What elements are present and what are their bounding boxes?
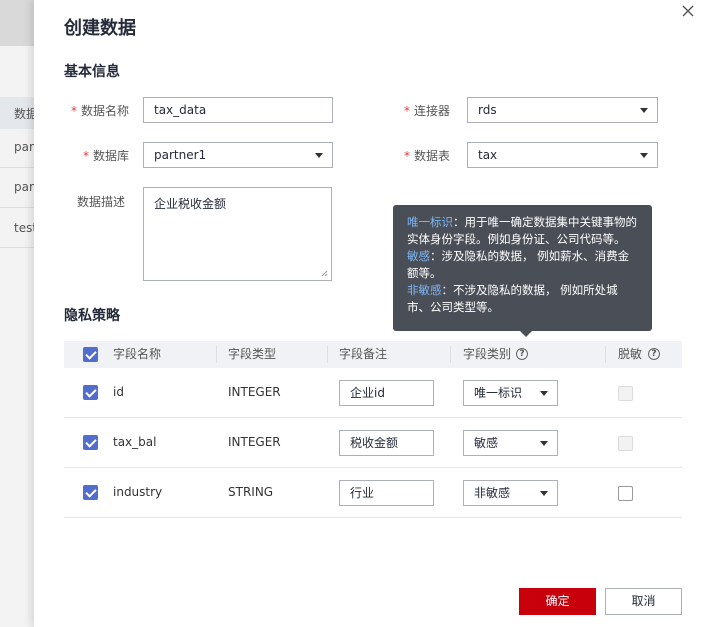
chevron-down-icon bbox=[315, 153, 323, 158]
tooltip-nonsensitive-term: 非敏感 bbox=[407, 283, 442, 297]
column-divider bbox=[450, 346, 451, 363]
column-field-type: 字段类型 bbox=[228, 347, 277, 361]
create-data-dialog: 创建数据 基本信息 * 数据名称 tax_data * 连接器 rds * 数据库 p… bbox=[34, 0, 708, 627]
field-name-cell: tax_bal bbox=[113, 435, 157, 449]
background-row-1[interactable]: part bbox=[14, 140, 34, 154]
tooltip-sensitive-term: 敏感 bbox=[407, 249, 430, 263]
table-label: * 数据表 bbox=[403, 149, 450, 163]
select-all-checkbox[interactable] bbox=[83, 347, 98, 362]
confirm-button[interactable]: 确定 bbox=[519, 588, 596, 615]
description-label: 数据描述 bbox=[76, 195, 125, 209]
tooltip-unique-term: 唯一标识 bbox=[407, 215, 453, 229]
desensitize-checkbox[interactable] bbox=[618, 486, 633, 501]
required-star: * bbox=[70, 104, 77, 118]
row-divider bbox=[64, 517, 682, 518]
field-name-cell: id bbox=[113, 385, 124, 399]
privacy-policy-heading: 隐私策略 bbox=[64, 308, 120, 324]
background-divider bbox=[0, 207, 34, 208]
row-divider bbox=[64, 467, 682, 468]
column-divider bbox=[605, 346, 606, 363]
field-category-select[interactable]: 唯一标识 bbox=[463, 380, 558, 406]
row-divider bbox=[64, 417, 682, 418]
question-icon[interactable]: ? bbox=[648, 348, 660, 360]
column-field-comment: 字段备注 bbox=[339, 347, 388, 361]
background-divider bbox=[0, 167, 34, 168]
column-desensitize: 脱敏 bbox=[618, 347, 643, 361]
table-header: 字段名称 字段类型 字段备注 字段类别 ? 脱敏 ? bbox=[64, 341, 682, 368]
chevron-down-icon bbox=[640, 153, 648, 158]
background-page: 数据 part part test bbox=[0, 0, 34, 627]
field-category-select[interactable]: 非敏感 bbox=[463, 480, 558, 506]
chevron-down-icon bbox=[540, 441, 548, 446]
row-checkbox[interactable] bbox=[83, 385, 98, 400]
field-comment-input[interactable]: 企业id bbox=[339, 380, 434, 406]
row-checkbox[interactable] bbox=[83, 435, 98, 450]
database-select[interactable]: partner1 bbox=[143, 142, 333, 168]
field-name-cell: industry bbox=[113, 485, 163, 499]
data-name-label: * 数据名称 bbox=[70, 104, 129, 118]
background-header-text: 数据 bbox=[14, 107, 34, 121]
required-star: * bbox=[403, 149, 410, 163]
required-star: * bbox=[403, 104, 410, 118]
field-type-cell: INTEGER bbox=[228, 435, 281, 449]
close-icon[interactable] bbox=[680, 3, 696, 19]
column-divider bbox=[216, 346, 217, 363]
row-checkbox[interactable] bbox=[83, 485, 98, 500]
column-divider bbox=[327, 346, 328, 363]
chevron-down-icon bbox=[540, 391, 548, 396]
basic-info-heading: 基本信息 bbox=[64, 64, 120, 80]
background-row-3[interactable]: test bbox=[14, 221, 34, 235]
description-textarea[interactable]: 企业税收金额 bbox=[143, 187, 332, 281]
column-field-category: 字段类别 bbox=[463, 347, 512, 361]
chevron-down-icon bbox=[540, 491, 548, 496]
background-table-header: 数据 bbox=[0, 97, 34, 129]
data-name-input[interactable]: tax_data bbox=[143, 97, 333, 123]
desensitize-checkbox bbox=[618, 386, 633, 401]
background-divider bbox=[0, 247, 34, 248]
connector-label: * 连接器 bbox=[403, 104, 450, 118]
tooltip-arrow bbox=[520, 331, 532, 337]
connector-select[interactable]: rds bbox=[467, 97, 658, 123]
desensitize-checkbox bbox=[618, 436, 633, 451]
column-field-name: 字段名称 bbox=[113, 347, 162, 361]
table-select[interactable]: tax bbox=[467, 142, 658, 168]
field-category-tooltip: 唯一标识：用于唯一确定数据集中关键事物的 实体身份字段。例如身份证、公司代码等。… bbox=[393, 205, 652, 337]
cancel-button[interactable]: 取消 bbox=[605, 588, 682, 615]
field-comment-input[interactable]: 税收金额 bbox=[339, 430, 434, 456]
field-type-cell: STRING bbox=[228, 485, 274, 499]
field-category-select[interactable]: 敏感 bbox=[463, 430, 558, 456]
required-star: * bbox=[82, 149, 89, 163]
dialog-title: 创建数据 bbox=[64, 18, 136, 39]
background-topbar bbox=[0, 0, 34, 46]
resize-handle-icon[interactable] bbox=[320, 269, 328, 277]
chevron-down-icon bbox=[640, 108, 648, 113]
question-icon[interactable]: ? bbox=[516, 348, 528, 360]
background-row-2[interactable]: part bbox=[14, 180, 34, 194]
field-comment-input[interactable]: 行业 bbox=[339, 480, 434, 506]
field-type-cell: INTEGER bbox=[228, 385, 281, 399]
database-label: * 数据库 bbox=[82, 149, 129, 163]
